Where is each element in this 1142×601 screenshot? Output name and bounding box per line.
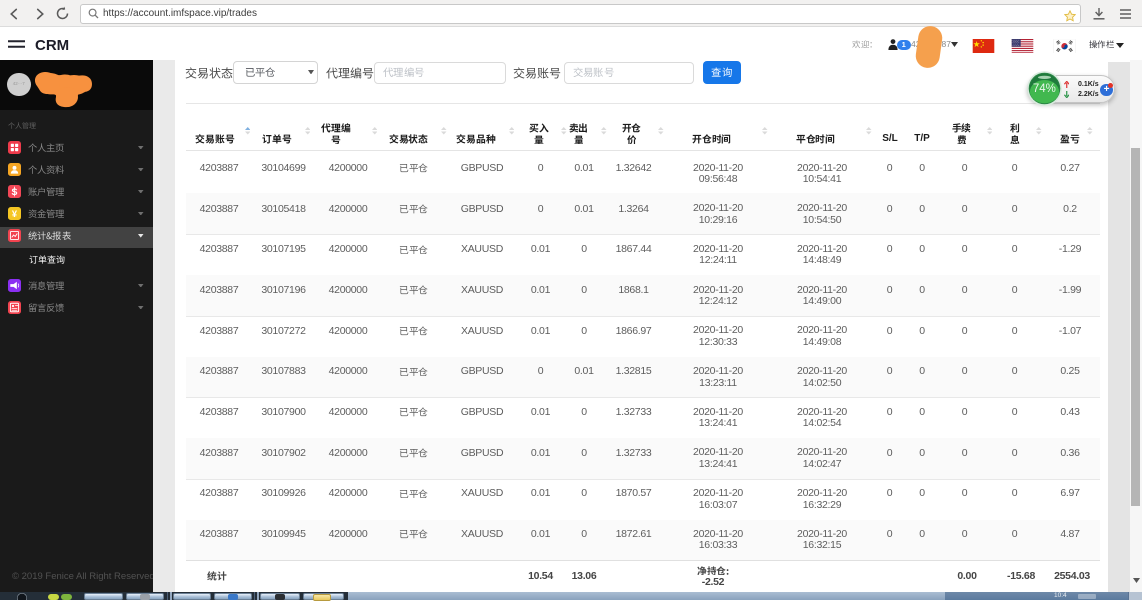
svg-text:¥: ¥ bbox=[12, 209, 18, 219]
